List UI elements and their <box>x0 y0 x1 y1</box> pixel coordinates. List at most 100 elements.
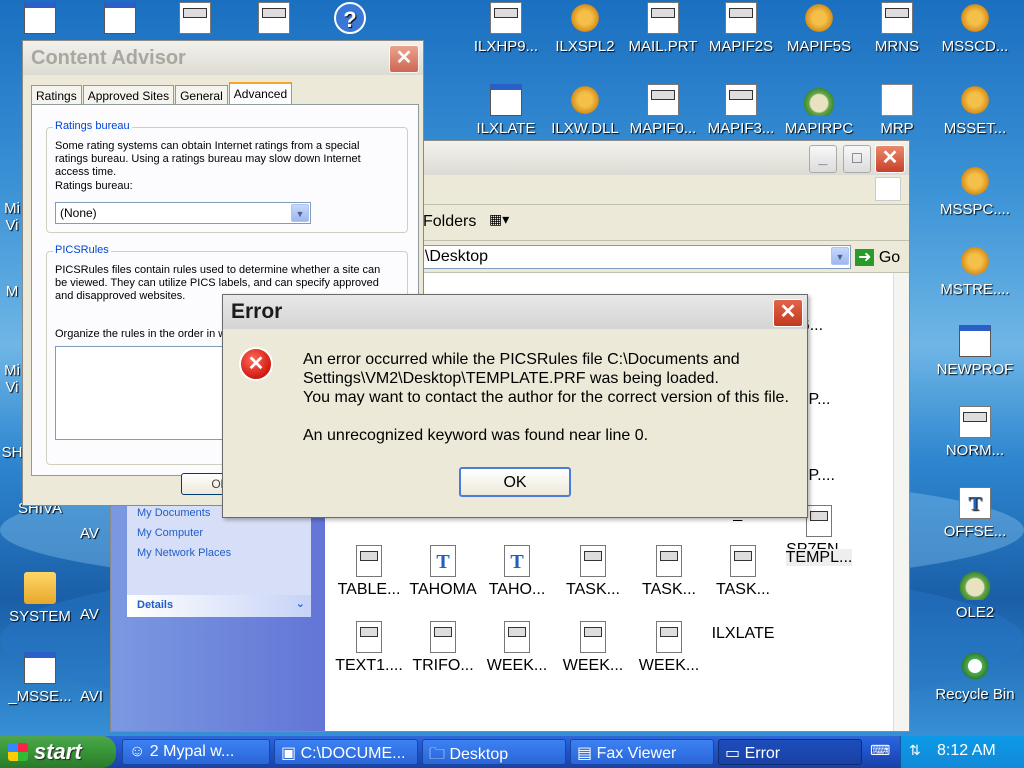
chevron-down-icon[interactable]: ▼ <box>291 204 309 222</box>
desktop-icon-recycle-bin[interactable]: Recycle Bin <box>935 650 1015 703</box>
desktop-icon[interactable]: MAPIF2S <box>701 2 781 55</box>
start-button[interactable]: start <box>0 736 116 768</box>
error-dialog-titlebar[interactable]: Error ✕ <box>223 295 807 329</box>
maximize-button[interactable]: □ <box>843 145 871 173</box>
desktop-icon[interactable]: T OFFSE... <box>935 487 1015 540</box>
document-icon <box>647 2 679 34</box>
file-item[interactable]: TABLE... <box>329 545 409 599</box>
picsrules-list[interactable] <box>55 346 225 440</box>
minimize-button[interactable]: _ <box>809 145 837 173</box>
document-icon <box>881 2 913 34</box>
file-item[interactable]: T TAHOMA <box>403 545 483 599</box>
ratings-bureau-group: Ratings bureau Some rating systems can o… <box>46 120 408 233</box>
taskbar-item-mypal[interactable]: ☺ 2 Mypal w... <box>122 739 270 765</box>
chevron-down-icon[interactable]: ⌄ <box>296 597 305 610</box>
tab-ratings[interactable]: Ratings <box>31 85 82 105</box>
desktop-icon[interactable]: MAPIF3... <box>701 84 781 137</box>
desktop-icon-printer[interactable] <box>80 2 160 38</box>
desktop-icon[interactable]: _MSSE... <box>0 652 80 705</box>
desktop-icon[interactable]: AVI <box>80 688 110 705</box>
taskbar-item-fax-viewer[interactable]: ▤ Fax Viewer <box>570 739 714 765</box>
views-button[interactable]: ▦▾ <box>489 211 525 235</box>
document-icon <box>430 621 456 653</box>
close-button[interactable]: ✕ <box>389 45 419 73</box>
address-input[interactable]: 2\Desktop ▼ <box>411 245 851 269</box>
desktop-icon[interactable]: MRP <box>857 84 937 137</box>
document-icon <box>656 545 682 577</box>
desktop-icon[interactable]: MSSET... <box>935 84 1015 137</box>
network-icon[interactable]: ⇅ <box>909 742 921 759</box>
go-button[interactable]: ➜ Go <box>855 247 900 267</box>
keyboard-icon[interactable]: ⌨ <box>870 742 892 762</box>
settings-file-icon <box>959 165 991 197</box>
other-place-link[interactable]: My Network Places <box>137 547 231 559</box>
file-item[interactable]: TRIFO... <box>403 621 483 675</box>
close-button[interactable]: ✕ <box>875 145 905 173</box>
desktop-icon[interactable]: MAPIRPC <box>779 84 859 137</box>
desktop-icon[interactable]: ILXW.DLL <box>545 84 625 137</box>
desktop-icon[interactable]: MSSCD... <box>935 2 1015 55</box>
document-icon <box>647 84 679 116</box>
tab-approved-sites[interactable]: Approved Sites <box>82 85 175 105</box>
file-item[interactable]: WEEK... <box>477 621 557 675</box>
ok-button[interactable]: OK <box>459 467 571 497</box>
vertical-scrollbar[interactable] <box>893 273 909 731</box>
desktop-icon[interactable]: ILXHP9... <box>466 2 546 55</box>
document-icon <box>656 621 682 653</box>
clock[interactable]: 8:12 AM <box>937 742 996 759</box>
settings-file-icon <box>569 84 601 116</box>
chevron-down-icon[interactable]: ▼ <box>831 247 849 265</box>
document-icon <box>490 2 522 34</box>
details-header[interactable]: Details ⌄ <box>127 595 311 617</box>
other-place-link[interactable]: My Computer <box>137 527 203 539</box>
document-icon <box>725 84 757 116</box>
file-item[interactable]: WEEK... <box>553 621 633 675</box>
tab-general[interactable]: General <box>175 85 228 105</box>
desktop-icon[interactable]: OLE2 <box>935 568 1015 621</box>
mail-icon <box>881 84 913 116</box>
error-dialog[interactable]: Error ✕ ✕ An error occurred while the PI… <box>222 294 808 518</box>
browser-icon: ☺ <box>129 743 150 760</box>
system-tray: ⇅ 8:12 AM <box>900 736 1024 768</box>
desktop-icon-help[interactable]: ? <box>310 2 390 38</box>
file-item[interactable]: TASK... <box>629 545 709 599</box>
ratings-bureau-select[interactable]: (None) ▼ <box>55 202 311 224</box>
file-item[interactable]: ILXLATE <box>703 621 783 643</box>
close-button[interactable]: ✕ <box>773 299 803 327</box>
tab-advanced[interactable]: Advanced <box>228 82 293 105</box>
desktop-icon[interactable]: NORM... <box>935 406 1015 459</box>
file-item-selected[interactable]: TEMPL... <box>779 545 859 567</box>
desktop-icon[interactable]: SYSTEM <box>0 572 80 625</box>
ratings-bureau-description: Some rating systems can obtain Internet … <box>55 140 361 178</box>
settings-file-icon <box>803 2 835 34</box>
file-item[interactable]: TASK... <box>553 545 633 599</box>
taskbar: start ☺ 2 Mypal w... ▣ C:\DOCUME... 🗀 De… <box>0 736 1024 768</box>
desktop-icon[interactable]: ILXSPL2 <box>545 2 625 55</box>
document-icon <box>730 545 756 577</box>
folders-button[interactable]: Folders <box>423 213 476 231</box>
taskbar-item-cmd[interactable]: ▣ C:\DOCUME... <box>274 739 418 765</box>
program-icon <box>803 84 835 116</box>
desktop-icon[interactable]: MAPIF5S <box>779 2 859 55</box>
desktop-icon[interactable]: MAIL.PRT <box>623 2 703 55</box>
desktop-icon[interactable]: MRNS <box>857 2 937 55</box>
desktop-icon[interactable]: MAPIF0... <box>623 84 703 137</box>
other-place-link[interactable]: My Documents <box>137 507 210 519</box>
content-advisor-titlebar[interactable]: Content Advisor ✕ <box>23 41 423 75</box>
taskbar-item-error[interactable]: ▭ Error <box>718 739 862 765</box>
desktop-icon[interactable]: MSSPC.... <box>935 165 1015 218</box>
desktop-icon[interactable]: MSTRE.... <box>935 245 1015 298</box>
desktop-icon-doc[interactable] <box>234 2 314 38</box>
settings-file-icon <box>959 245 991 277</box>
desktop-icon[interactable]: ILXLATE <box>466 84 546 137</box>
desktop-icon-doc[interactable] <box>155 2 235 38</box>
taskbar-item-desktop[interactable]: 🗀 Desktop <box>422 739 566 765</box>
file-item[interactable]: TEXT1.... <box>329 621 409 675</box>
windows-logo-icon <box>875 177 901 201</box>
file-item[interactable]: TASK... <box>703 545 783 599</box>
desktop-icon[interactable]: AV <box>80 606 110 623</box>
desktop-icon[interactable]: NEWPROF <box>935 325 1015 378</box>
desktop-icon[interactable]: AV <box>80 525 110 542</box>
file-item[interactable]: WEEK... <box>629 621 709 675</box>
file-item[interactable]: T TAHO... <box>477 545 557 599</box>
